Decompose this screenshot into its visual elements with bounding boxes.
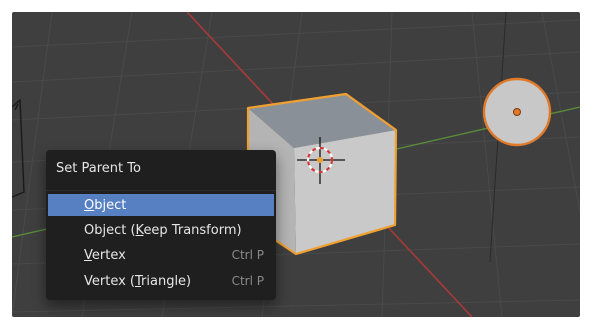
menu-item-object[interactable]: Object bbox=[48, 194, 274, 216]
menu-item-shortcut: Ctrl P bbox=[231, 248, 264, 262]
3d-viewport[interactable]: Set Parent To Object Object (Keep Transf… bbox=[12, 12, 580, 317]
camera-object[interactable] bbox=[12, 98, 25, 198]
set-parent-menu: Set Parent To Object Object (Keep Transf… bbox=[46, 150, 276, 300]
sphere-object[interactable] bbox=[482, 77, 552, 147]
menu-item-object-keep-transform[interactable]: Object (Keep Transform) bbox=[48, 219, 274, 241]
menu-item-label: Object (Keep Transform) bbox=[84, 222, 242, 238]
menu-item-vertex[interactable]: Vertex Ctrl P bbox=[48, 244, 274, 266]
menu-separator bbox=[46, 190, 276, 191]
menu-item-label: Vertex (Triangle) bbox=[84, 273, 192, 289]
menu-item-vertex-triangle[interactable]: Vertex (Triangle) Ctrl P bbox=[48, 270, 274, 292]
menu-item-label: Object bbox=[84, 197, 127, 213]
menu-title: Set Parent To bbox=[56, 161, 141, 176]
menu-item-label: Vertex bbox=[84, 247, 126, 263]
menu-item-shortcut: Ctrl P bbox=[231, 274, 264, 288]
